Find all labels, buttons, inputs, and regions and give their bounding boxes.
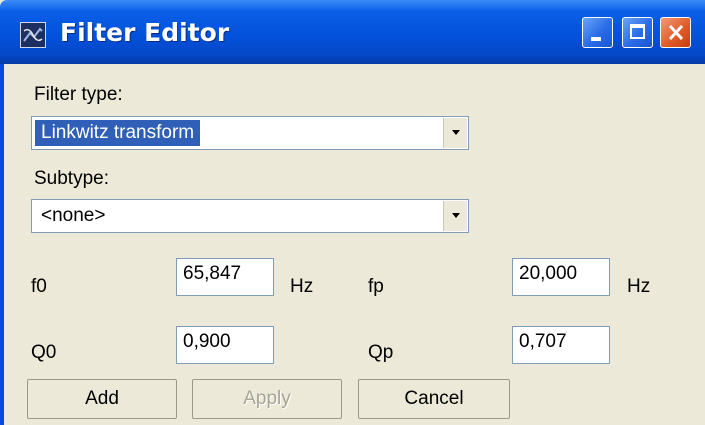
apply-button[interactable]: Apply	[192, 379, 342, 419]
close-button[interactable]	[660, 17, 691, 48]
q0-label: Q0	[31, 342, 57, 363]
app-icon	[20, 22, 46, 48]
window-title: Filter Editor	[60, 18, 230, 47]
f0-label: f0	[31, 276, 47, 297]
qp-label: Qp	[368, 342, 394, 363]
chevron-down-icon	[452, 130, 460, 135]
fp-label: fp	[368, 276, 384, 297]
fp-field[interactable]: 20,000	[512, 258, 610, 296]
add-button[interactable]: Add	[27, 379, 177, 419]
filter-type-dropdown[interactable]: Linkwitz transform	[31, 116, 469, 150]
maximize-button[interactable]	[622, 17, 653, 48]
maximize-icon	[630, 24, 645, 39]
subtype-label: Subtype:	[34, 168, 109, 189]
close-icon	[668, 24, 684, 41]
title-bar[interactable]: Filter Editor	[0, 0, 705, 64]
filter-type-dropdown-button[interactable]	[443, 118, 467, 148]
q0-field[interactable]: 0,900	[176, 326, 274, 364]
subtype-dropdown-button[interactable]	[443, 201, 467, 231]
f0-field[interactable]: 65,847	[176, 258, 274, 296]
f0-unit: Hz	[290, 276, 314, 297]
fp-unit: Hz	[627, 276, 651, 297]
qp-field[interactable]: 0,707	[512, 326, 610, 364]
subtype-dropdown[interactable]: <none>	[31, 199, 469, 233]
subtype-value: <none>	[41, 205, 106, 226]
filter-type-label: Filter type:	[34, 84, 123, 105]
minimize-icon	[591, 37, 601, 41]
window-frame	[0, 64, 4, 425]
filter-type-value: Linkwitz transform	[33, 119, 202, 147]
cancel-button[interactable]: Cancel	[358, 379, 510, 419]
chevron-down-icon	[452, 213, 460, 218]
minimize-button[interactable]	[582, 17, 613, 48]
